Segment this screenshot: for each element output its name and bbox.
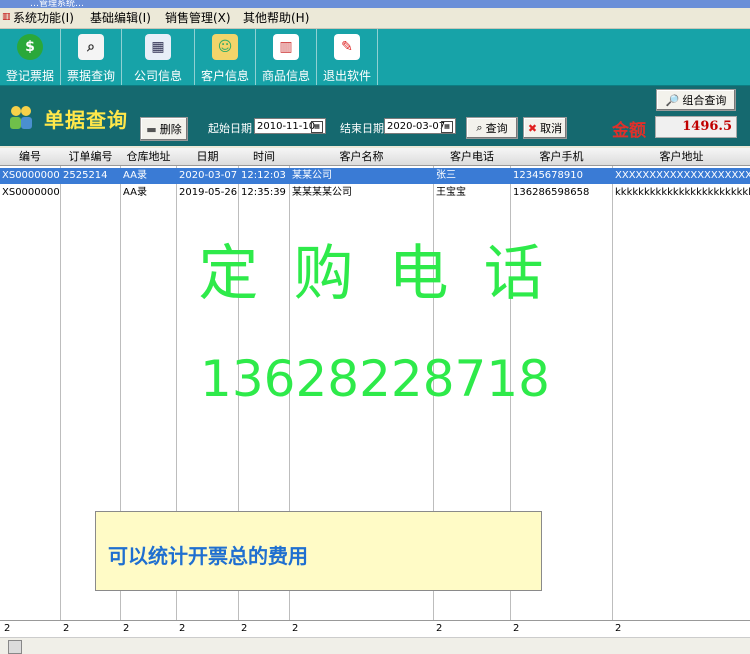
- order-phone-title: 定 购 电 话: [198, 239, 552, 309]
- table-row[interactable]: XS00000001 2525214 AA录 2020-03-07 12:12:…: [0, 168, 750, 184]
- users-icon: [10, 106, 32, 129]
- app-icon: ▥: [2, 12, 11, 22]
- order-phone-number: 13628228718: [200, 350, 550, 408]
- delete-label: 删除: [159, 123, 182, 136]
- toolbar: $ 登记票据 ⌕ 票据查询 ▦ 公司信息 ☺ 客户信息 ▥ 商品信息 ✎ 退出软…: [0, 29, 750, 86]
- register-bill-label: 登记票据: [5, 69, 54, 83]
- exit-button[interactable]: ✎ 退出软件: [317, 29, 378, 85]
- end-date-value: 2020-03-07: [387, 121, 446, 132]
- footer-cell: 2: [241, 623, 248, 634]
- table-cell: 2019-05-26: [179, 187, 238, 198]
- footer-cell: 2: [63, 623, 70, 634]
- footer-cell: 2: [179, 623, 186, 634]
- column-header[interactable]: 仓库地址: [121, 148, 176, 164]
- footer-cell: 2: [513, 623, 520, 634]
- column-header[interactable]: 客户名称: [290, 148, 433, 164]
- menu-system[interactable]: 系统功能(I): [13, 10, 74, 26]
- table-cell: 2525214: [63, 170, 108, 181]
- bill-query-button[interactable]: ⌕ 票据查询: [61, 29, 122, 85]
- cancel-label: 取消: [540, 122, 563, 135]
- table-cell: [61, 185, 120, 201]
- users-icon: ☺: [212, 34, 238, 60]
- dollar-coin-icon: $: [17, 34, 43, 60]
- table-row[interactable]: XS00000002 AA录 2019-05-26 12:35:39 某某某某公…: [0, 185, 750, 201]
- start-date-value: 2010-11-10: [257, 121, 316, 132]
- table-cell: AA录: [123, 187, 147, 198]
- end-date-field[interactable]: 2020-03-07 ▦: [384, 118, 456, 134]
- query-button[interactable]: ⌕ 查询: [466, 117, 518, 139]
- table-cell: kkkkkkkkkkkkkkkkkkkkkkkkk: [615, 187, 750, 198]
- footer-cell: 2: [615, 623, 622, 634]
- column-header[interactable]: 客户地址: [613, 148, 750, 164]
- start-date-label: 起始日期: [208, 122, 252, 135]
- table-footer: 2 2 2 2 2 2 2 2 2: [0, 620, 750, 637]
- calendar-icon[interactable]: ▦: [311, 121, 323, 133]
- scrollbar-thumb[interactable]: [8, 640, 22, 654]
- magnifier-doc-icon: ⌕: [78, 34, 104, 60]
- table-cell: 12:35:39: [241, 187, 286, 198]
- menu-bar: ▥ 系统功能(I) 基础编辑(I) 销售管理(X) 其他帮助(H): [0, 8, 750, 29]
- note-box: 可以统计开票总的费用: [95, 511, 542, 591]
- table-cell: XS00000002: [2, 187, 60, 198]
- chart-icon: ▥: [273, 34, 299, 60]
- table-cell: 12345678910: [513, 170, 583, 181]
- minus-icon: ▬: [146, 122, 157, 136]
- note-text: 可以统计开票总的费用: [108, 544, 308, 568]
- footer-cell: 2: [436, 623, 443, 634]
- company-info-button[interactable]: ▦ 公司信息: [122, 29, 195, 85]
- table-cell: 王宝宝: [436, 187, 466, 198]
- horizontal-scrollbar[interactable]: [0, 637, 750, 654]
- table-cell: 136286598658: [513, 187, 590, 198]
- customer-info-button[interactable]: ☺ 客户信息: [195, 29, 256, 85]
- close-icon: ✖: [527, 121, 538, 135]
- window-title: …管理系统…: [30, 0, 85, 8]
- query-label: 查询: [485, 122, 508, 135]
- table-cell: 某某公司: [292, 170, 332, 181]
- menu-sales[interactable]: 销售管理(X): [165, 10, 231, 26]
- table-cell: XXXXXXXXXXXXXXXXXXXXxYYYYYYY: [615, 170, 750, 181]
- column-header[interactable]: 日期: [177, 148, 238, 164]
- table-cell: 张三: [436, 170, 456, 181]
- combo-query-label: 组合查询: [682, 94, 727, 107]
- footer-cell: 2: [123, 623, 130, 634]
- footer-cell: 2: [292, 623, 299, 634]
- table-cell: 2020-03-07: [179, 170, 238, 181]
- table-header: 编号 订单编号 仓库地址 日期 时间 客户名称 客户电话 客户手机 客户地址: [0, 148, 750, 166]
- goods-info-button[interactable]: ▥ 商品信息: [256, 29, 317, 85]
- column-header[interactable]: 客户手机: [511, 148, 612, 164]
- window-title-bar: …管理系统…: [0, 0, 750, 8]
- amount-value: 1496.5: [655, 116, 737, 138]
- customer-info-label: 客户信息: [200, 69, 249, 83]
- menu-basic-edit[interactable]: 基础编辑(I): [90, 10, 151, 26]
- table-cell: 某某某某公司: [292, 187, 352, 198]
- register-bill-button[interactable]: $ 登记票据: [0, 29, 61, 85]
- delete-button[interactable]: ▬ 删除: [140, 117, 188, 141]
- search-icon: 🔎: [665, 93, 680, 107]
- cancel-button[interactable]: ✖ 取消: [523, 117, 567, 139]
- menu-help[interactable]: 其他帮助(H): [243, 10, 309, 26]
- exit-label: 退出软件: [322, 69, 371, 83]
- page-title: 单据查询: [44, 108, 128, 132]
- column-header[interactable]: 客户电话: [434, 148, 510, 164]
- table-cell: AA录: [123, 170, 147, 181]
- company-info-label: 公司信息: [133, 69, 182, 83]
- column-header[interactable]: 时间: [239, 148, 289, 164]
- building-icon: ▦: [145, 34, 171, 60]
- footer-cell: 2: [4, 623, 11, 634]
- search-icon: ⌕: [476, 121, 483, 134]
- calendar-icon[interactable]: ▦: [441, 121, 453, 133]
- start-date-field[interactable]: 2010-11-10 ▦: [254, 118, 326, 134]
- column-header[interactable]: 编号: [0, 148, 60, 164]
- bill-query-label: 票据查询: [66, 69, 115, 83]
- table-cell: XS00000001: [2, 170, 60, 181]
- column-header[interactable]: 订单编号: [61, 148, 120, 164]
- combo-query-button[interactable]: 🔎 组合查询: [656, 89, 736, 111]
- table-cell: 12:12:03: [241, 170, 286, 181]
- goods-info-label: 商品信息: [261, 69, 310, 83]
- end-date-label: 结束日期: [340, 122, 384, 135]
- exit-pencil-icon: ✎: [334, 34, 360, 60]
- amount-label: 金额: [612, 121, 646, 141]
